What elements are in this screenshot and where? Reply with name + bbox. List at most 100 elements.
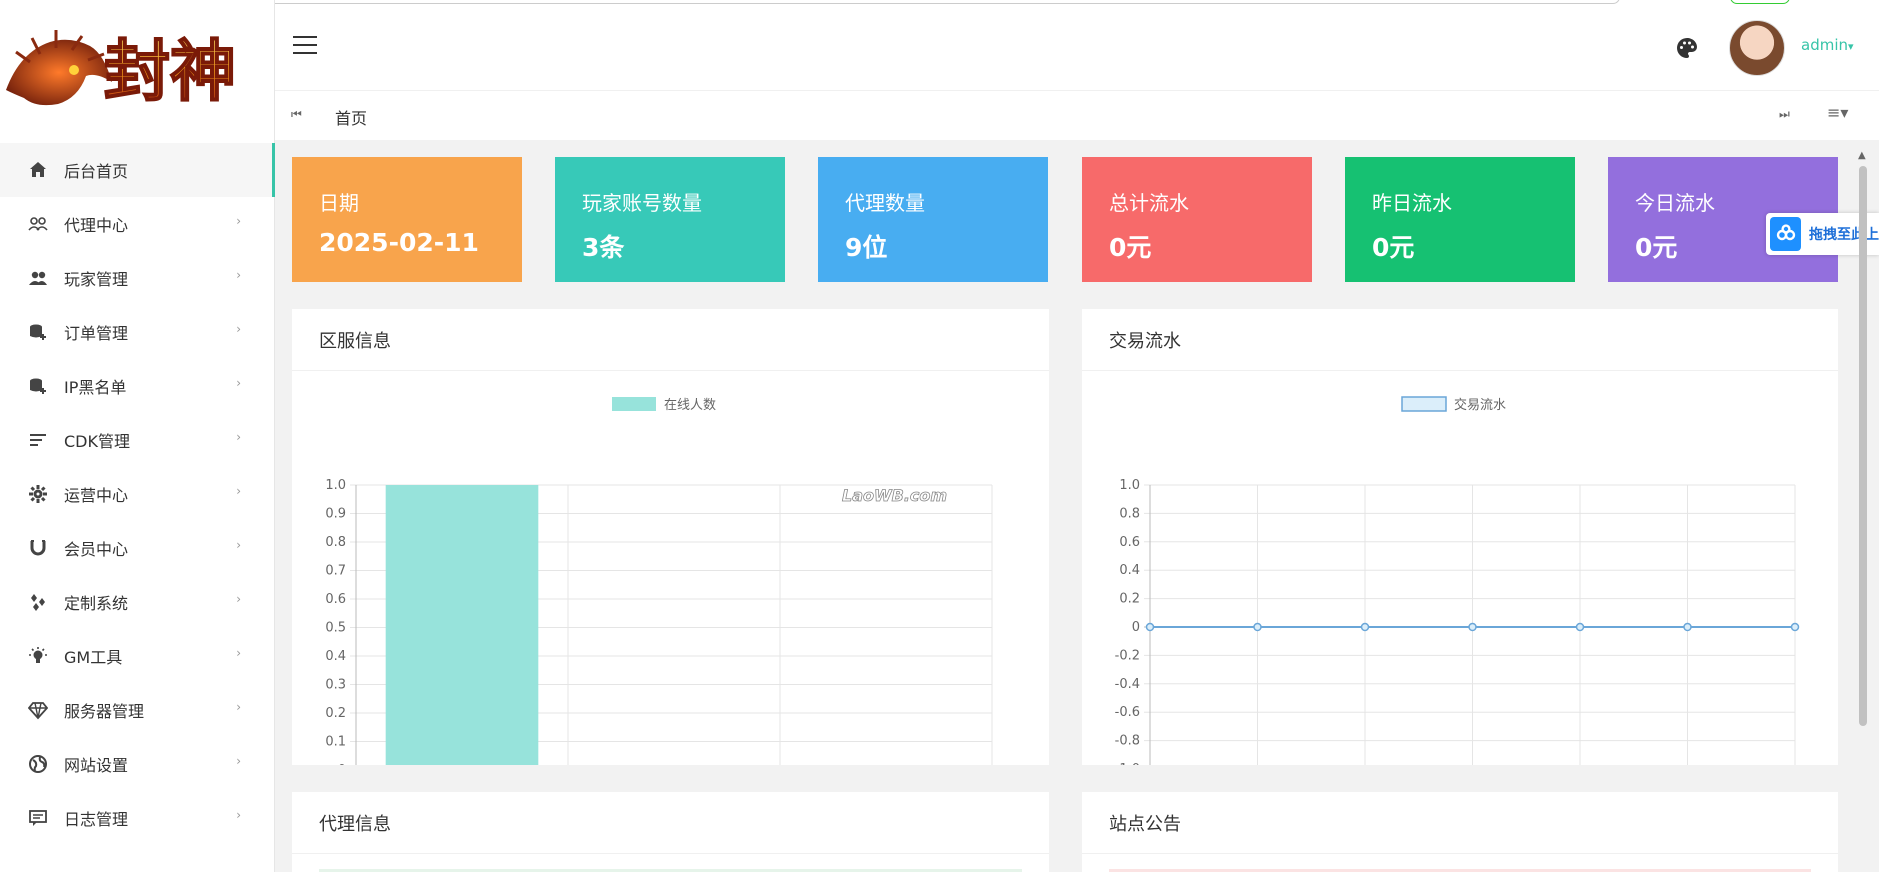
chevron-right-icon: ›: [236, 538, 241, 552]
data-point[interactable]: [1145, 622, 1155, 632]
sidebar-item-label: 玩家管理: [64, 270, 129, 289]
home-icon: [28, 160, 48, 180]
svg-text:封神: 封神: [104, 32, 236, 110]
sidebar-item-label: 会员中心: [64, 540, 129, 559]
y-tick-label: 0.6: [1119, 535, 1140, 550]
sidebar-item-label: IP黑名单: [64, 378, 127, 397]
scrollbar-thumb[interactable]: [1859, 166, 1867, 726]
user-avatar[interactable]: [1729, 20, 1785, 76]
chevron-right-icon: ›: [236, 214, 241, 228]
sidebar-item-label: GM工具: [64, 648, 123, 667]
stat-label: 代理数量: [845, 191, 925, 215]
y-tick-label: 0.6: [325, 592, 346, 607]
agent-info-panel: 代理信息: [292, 792, 1049, 872]
sidebar-item-4[interactable]: IP黑名单 ›: [0, 359, 275, 413]
y-tick-label: 0: [338, 763, 346, 765]
sidebar-item-12[interactable]: 日志管理 ›: [0, 791, 275, 845]
browser-edge: [0, 0, 1879, 10]
y-tick-label: -1.0: [1115, 762, 1140, 765]
globe-icon: [28, 754, 48, 774]
y-tick-label: 0: [1132, 620, 1140, 635]
sidebar-item-9[interactable]: GM工具 ›: [0, 629, 275, 683]
diamonds-icon: [28, 592, 48, 612]
caret-down-icon: ▾: [1848, 40, 1854, 53]
panel-title: 区服信息: [292, 309, 1049, 371]
tab-home[interactable]: 首页: [335, 105, 367, 129]
stat-card: 玩家账号数量 3条: [555, 157, 785, 282]
sidebar-item-label: 代理中心: [64, 216, 129, 235]
stat-value: 9位: [845, 233, 888, 262]
sidebar-item-label: 订单管理: [64, 324, 129, 343]
tab-menu-button[interactable]: ≡▾: [1827, 103, 1848, 122]
chevron-right-icon: ›: [236, 430, 241, 444]
sidebar-item-label: CDK管理: [64, 432, 130, 451]
bar[interactable]: [385, 485, 539, 770]
sidebar-item-7[interactable]: 会员中心 ›: [0, 521, 275, 575]
app-root: 封神 后台首页 代理中心 › 玩家管理 › 订单管理 › IP黑名单 › CDK管理 › 运营中心 › 会…: [0, 0, 1879, 872]
legend-swatch: [612, 397, 656, 411]
stat-label: 今日流水: [1635, 191, 1715, 215]
browser-button-edge: [1730, 0, 1790, 4]
logo[interactable]: 封神: [0, 12, 275, 122]
sidebar-item-label: 后台首页: [64, 162, 129, 181]
database-add-icon: [28, 322, 48, 342]
group-icon: [28, 268, 48, 288]
y-tick-label: 0.2: [325, 706, 346, 721]
data-point[interactable]: [1253, 622, 1262, 632]
user-menu[interactable]: admin▾: [1801, 36, 1854, 54]
sidebar-item-0[interactable]: 后台首页: [0, 143, 275, 197]
chevron-right-icon: ›: [236, 808, 241, 822]
list-icon: [28, 430, 48, 450]
y-tick-label: -0.8: [1115, 734, 1140, 749]
database-add-icon: [28, 376, 48, 396]
transactions-chart: 交易流水 1.0 0.8 0.6 0.4 0.2 0 -0.2 -0.4 -0.6 -0.8 -1.0…: [1112, 396, 1808, 795]
data-point[interactable]: [1790, 622, 1800, 632]
sidebar-item-10[interactable]: 服务器管理 ›: [0, 683, 275, 737]
sidebar-item-8[interactable]: 定制系统 ›: [0, 575, 275, 629]
legend-label: 交易流水: [1454, 397, 1506, 413]
watermark: LaoWB.com: [842, 486, 947, 505]
page-scrollbar[interactable]: ▲: [1857, 150, 1869, 872]
chevron-right-icon: ›: [236, 754, 241, 768]
y-tick-label: 0.7: [325, 564, 346, 579]
announcements-panel: 站点公告: [1082, 792, 1838, 872]
chevron-right-icon: ›: [236, 268, 241, 282]
sidebar-item-6[interactable]: 运营中心 ›: [0, 467, 275, 521]
tab-bar: ⏮ 首页 ⏭ ≡▾: [275, 90, 1879, 140]
sidebar-item-2[interactable]: 玩家管理 ›: [0, 251, 275, 305]
data-point[interactable]: [1683, 622, 1692, 632]
stat-value: 0元: [1372, 233, 1415, 262]
sidebar-item-label: 运营中心: [64, 486, 129, 505]
sidebar-item-5[interactable]: CDK管理 ›: [0, 413, 275, 467]
chart-legend: 在线人数: [612, 397, 716, 413]
stat-card: 代理数量 9位: [818, 157, 1048, 282]
y-tick-label: 0.9: [325, 507, 346, 522]
y-tick-label: 0.5: [325, 621, 346, 636]
sidebar-item-label: 服务器管理: [64, 702, 145, 721]
sidebar-nav: 后台首页 代理中心 › 玩家管理 › 订单管理 › IP黑名单 › CDK管理 › 运营中心 › 会员中心…: [0, 143, 275, 845]
data-point[interactable]: [1468, 622, 1477, 632]
y-tick-label: 0.8: [325, 535, 346, 550]
palette-icon[interactable]: [1675, 36, 1699, 60]
sidebar-item-3[interactable]: 订单管理 ›: [0, 305, 275, 359]
tab-prev-button[interactable]: ⏮: [291, 107, 302, 122]
sidebar-item-11[interactable]: 网站设置 ›: [0, 737, 275, 791]
magnet-icon: [28, 538, 48, 558]
gear-icon: [28, 484, 48, 504]
logo-image: 封神: [6, 30, 237, 111]
scroll-up-icon[interactable]: ▲: [1858, 150, 1866, 161]
users-icon: [28, 214, 48, 234]
sidebar-item-label: 日志管理: [64, 810, 129, 829]
data-point[interactable]: [1360, 622, 1370, 632]
sidebar-item-1[interactable]: 代理中心 ›: [0, 197, 275, 251]
data-point[interactable]: [1575, 622, 1585, 632]
chevron-right-icon: ›: [236, 646, 241, 660]
chevron-right-icon: ›: [236, 592, 241, 606]
legend-swatch: [1401, 396, 1447, 412]
stat-label: 玩家账号数量: [582, 191, 702, 215]
menu-toggle-button[interactable]: [293, 36, 317, 56]
tab-next-button[interactable]: ⏭: [1779, 107, 1790, 122]
y-tick-label: -0.6: [1115, 705, 1140, 720]
y-tick-label: 0.4: [1119, 563, 1140, 578]
chevron-right-icon: ›: [236, 322, 241, 336]
